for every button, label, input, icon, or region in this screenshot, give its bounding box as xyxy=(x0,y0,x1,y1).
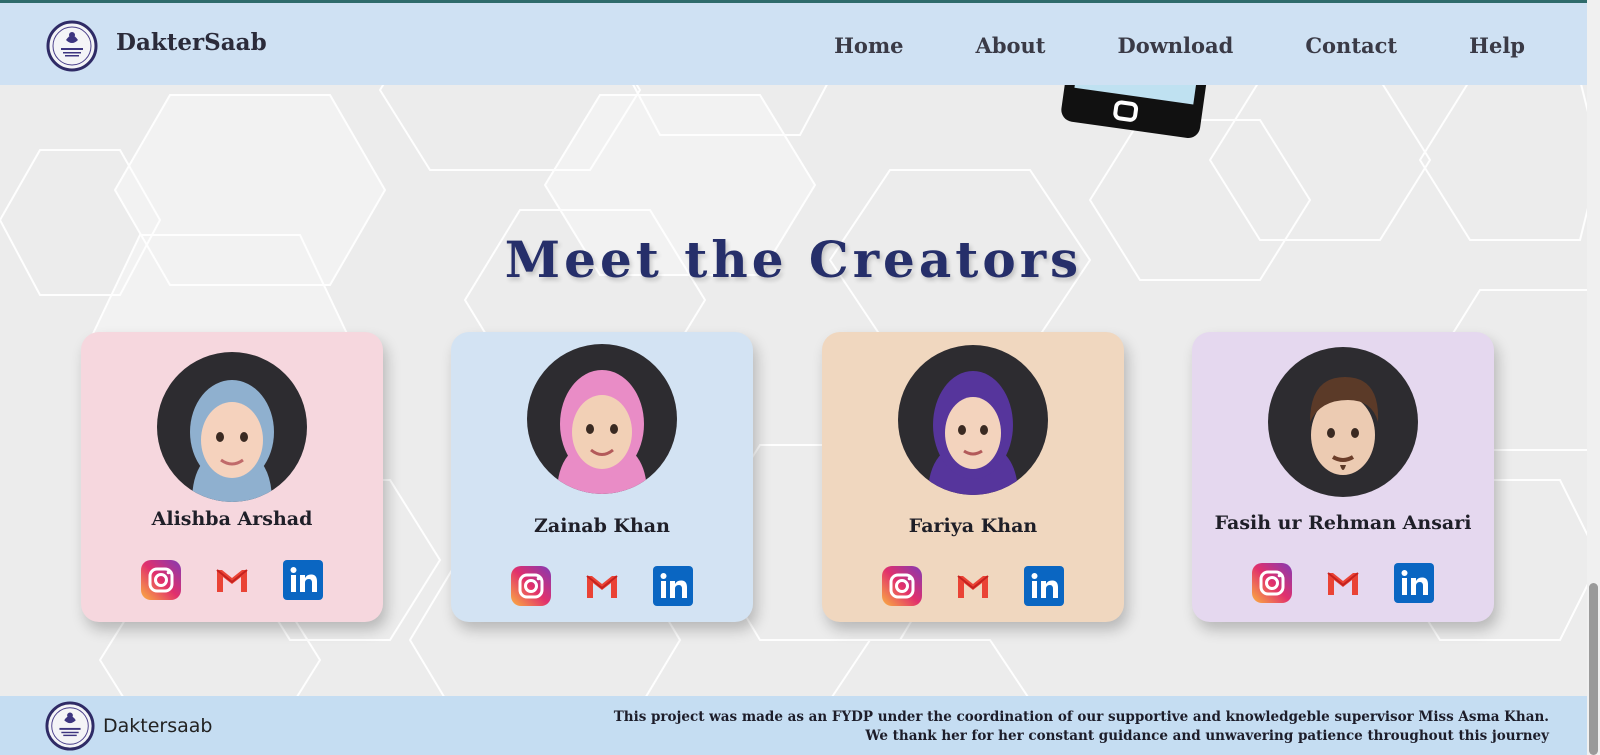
instagram-icon[interactable] xyxy=(141,560,181,600)
instagram-icon[interactable] xyxy=(882,566,922,606)
social-links xyxy=(822,566,1124,606)
page-footer: Daktersaab This project was made as an F… xyxy=(0,696,1587,755)
social-links xyxy=(81,560,383,600)
memoji-avatar-image xyxy=(557,370,647,494)
main-nav: Home About Download Contact Help xyxy=(834,33,1525,58)
nav-about[interactable]: About xyxy=(976,33,1046,58)
creator-avatar xyxy=(527,344,677,494)
linkedin-icon[interactable] xyxy=(653,566,693,606)
creator-avatar xyxy=(898,345,1048,495)
creator-avatar xyxy=(1268,347,1418,497)
gmail-icon[interactable] xyxy=(953,566,993,606)
creator-card: Fasih ur Rehman Ansari xyxy=(1192,332,1494,622)
creator-name: Fasih ur Rehman Ansari xyxy=(1214,512,1472,534)
creator-card: Fariya Khan xyxy=(822,332,1124,622)
gmail-icon[interactable] xyxy=(582,566,622,606)
instagram-icon[interactable] xyxy=(1252,563,1292,603)
social-links xyxy=(1192,563,1494,603)
memoji-avatar-image xyxy=(1310,377,1379,475)
instagram-icon[interactable] xyxy=(511,566,551,606)
creator-name: Alishba Arshad xyxy=(151,508,313,530)
brand-name[interactable]: DakterSaab xyxy=(116,29,267,56)
brand-logo[interactable] xyxy=(46,20,98,72)
footer-note-line-2: We thank her for her constant guidance a… xyxy=(865,728,1549,744)
creator-name: Fariya Khan xyxy=(908,515,1038,537)
footer-acknowledgement: This project was made as an FYDP under t… xyxy=(614,708,1549,746)
footer-note-line-1: This project was made as an FYDP under t… xyxy=(613,709,1549,725)
creator-card: Alishba Arshad xyxy=(81,332,383,622)
creator-avatar xyxy=(157,352,307,502)
nav-help[interactable]: Help xyxy=(1469,33,1525,58)
linkedin-icon[interactable] xyxy=(1024,566,1064,606)
memoji-avatar-image xyxy=(928,371,1018,495)
top-accent-line xyxy=(0,0,1600,3)
section-title: Meet the Creators xyxy=(504,230,1083,289)
social-links xyxy=(451,566,753,606)
gmail-icon[interactable] xyxy=(212,560,252,600)
footer-brand: Daktersaab xyxy=(103,715,213,737)
linkedin-icon[interactable] xyxy=(283,560,323,600)
nav-home[interactable]: Home xyxy=(834,33,903,58)
creator-card: Zainab Khan xyxy=(451,332,753,622)
memoji-avatar-image xyxy=(190,380,274,502)
nav-contact[interactable]: Contact xyxy=(1305,33,1397,58)
footer-logo[interactable] xyxy=(45,701,95,751)
top-navbar: DakterSaab Home About Download Contact H… xyxy=(0,3,1587,85)
linkedin-icon[interactable] xyxy=(1394,563,1434,603)
scrollbar-thumb[interactable] xyxy=(1589,583,1598,755)
nav-download[interactable]: Download xyxy=(1117,33,1233,58)
creator-name: Zainab Khan xyxy=(534,515,670,537)
gmail-icon[interactable] xyxy=(1323,563,1363,603)
